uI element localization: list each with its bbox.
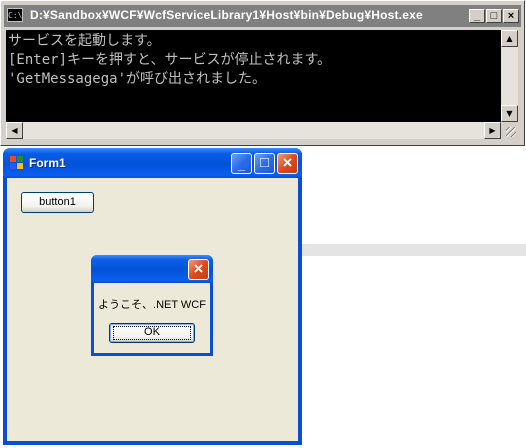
console-line: 'GetMessagega'が呼び出されました。: [8, 71, 267, 87]
console-close-button[interactable]: ×: [503, 9, 519, 23]
message-box-close-button[interactable]: ×: [188, 259, 209, 280]
console-titlebar[interactable]: C:\ D:¥Sandbox¥WCF¥WcfServiceLibrary1¥Ho…: [4, 5, 521, 27]
focus-rectangle: [113, 326, 191, 340]
scroll-right-arrow-icon[interactable]: ▶: [484, 122, 501, 139]
scroll-left-arrow-icon[interactable]: ◀: [6, 122, 23, 139]
message-box-client: ようこそ、.NET WCF OK: [94, 283, 210, 353]
console-title: D:¥Sandbox¥WCF¥WcfServiceLibrary1¥Host¥b…: [30, 8, 423, 22]
vertical-scrollbar[interactable]: ▲ ▼: [501, 30, 518, 122]
console-minimize-button[interactable]: _: [469, 9, 485, 23]
form1-maximize-button[interactable]: □: [254, 153, 275, 174]
console-output[interactable]: サービスを起動します。 [Enter]キーを押すと、サービスが停止されます。 '…: [6, 30, 501, 122]
message-text: ようこそ、.NET WCF: [98, 299, 206, 311]
button1[interactable]: button1: [21, 192, 94, 213]
resize-grip-icon[interactable]: [501, 122, 518, 139]
form1-close-button[interactable]: ×: [277, 153, 298, 174]
message-box[interactable]: × ようこそ、.NET WCF OK: [91, 255, 213, 356]
background-band: [300, 244, 526, 256]
scroll-up-arrow-icon[interactable]: ▲: [501, 30, 518, 47]
console-line: [Enter]キーを押すと、サービスが停止されます。: [8, 52, 332, 68]
ok-button[interactable]: OK: [109, 323, 195, 343]
horizontal-scrollbar[interactable]: ◀ ▶: [6, 122, 501, 139]
console-maximize-button[interactable]: □: [486, 9, 502, 23]
form1-titlebar[interactable]: Form1 _ □ ×: [3, 148, 302, 178]
message-box-titlebar[interactable]: ×: [91, 255, 213, 283]
console-line: サービスを起動します。: [8, 33, 161, 49]
form1-title: Form1: [29, 156, 66, 170]
console-window[interactable]: C:\ D:¥Sandbox¥WCF¥WcfServiceLibrary1¥Ho…: [0, 0, 525, 146]
form1-minimize-button[interactable]: _: [231, 153, 252, 174]
scroll-down-arrow-icon[interactable]: ▼: [501, 105, 518, 122]
cmd-icon[interactable]: C:\: [7, 8, 23, 22]
winforms-icon[interactable]: [10, 156, 24, 170]
